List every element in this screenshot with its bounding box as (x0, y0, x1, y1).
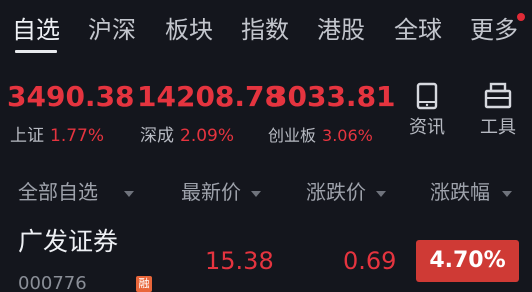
dropdown-arrow-icon (124, 190, 134, 197)
index-change-line: 深成 2.09% (140, 124, 234, 148)
index-value: 3033.81 (268, 80, 396, 113)
tab-sectors[interactable]: 板块 (165, 12, 213, 48)
tablet-icon (416, 82, 438, 110)
tab-global[interactable]: 全球 (394, 12, 442, 48)
tab-more[interactable]: 更多 (470, 12, 518, 48)
change-pct-badge[interactable]: 4.70% (416, 240, 519, 282)
latest-price: 15.38 (205, 247, 274, 275)
index-name: 创业板 (268, 126, 317, 145)
sort-arrow-icon (502, 190, 512, 197)
index-value: 14208.78 (137, 80, 285, 113)
index-change-line: 上证 1.77% (10, 124, 104, 148)
column-header-latest-price[interactable]: 最新价 (181, 174, 261, 210)
tab-watchlist[interactable]: 自选 (12, 12, 60, 48)
index-change-line: 创业板 3.06% (268, 124, 373, 148)
index-name: 深成 (140, 126, 174, 146)
stock-name: 广发证券 (18, 227, 119, 256)
printer-icon (484, 82, 512, 109)
price-change: 0.69 (343, 247, 397, 275)
top-nav: 自选 沪深 板块 指数 港股 全球 更多 (0, 0, 532, 64)
tab-indices[interactable]: 指数 (241, 12, 289, 48)
column-header-label: 涨跌价 (306, 180, 366, 204)
index-name: 上证 (10, 126, 44, 146)
tab-shanghai-shenzhen[interactable]: 沪深 (88, 12, 136, 48)
stock-code: 000776 (18, 273, 87, 292)
column-header-label: 全部自选 (18, 180, 98, 204)
news-button[interactable]: 资讯 (397, 82, 457, 140)
index-value: 3490.38 (7, 80, 135, 113)
column-header-label: 最新价 (181, 180, 241, 204)
news-label: 资讯 (409, 117, 445, 138)
column-header-change[interactable]: 涨跌价 (306, 174, 386, 210)
tools-button[interactable]: 工具 (468, 82, 528, 140)
column-header-change-pct[interactable]: 涨跌幅 (430, 174, 512, 210)
column-header-label: 涨跌幅 (430, 180, 490, 204)
margin-trading-badge: 融 (136, 276, 152, 292)
active-tab-indicator (15, 50, 57, 53)
sort-arrow-icon (251, 190, 261, 197)
tools-label: 工具 (480, 117, 516, 138)
column-header-all-watchlist[interactable]: 全部自选 (18, 174, 134, 210)
index-change-pct: 1.77% (50, 126, 105, 146)
tab-hk-stocks[interactable]: 港股 (317, 12, 365, 48)
sort-arrow-icon (376, 190, 386, 197)
notification-dot (517, 13, 525, 21)
index-change-pct: 3.06% (322, 126, 373, 145)
index-change-pct: 2.09% (180, 126, 235, 146)
